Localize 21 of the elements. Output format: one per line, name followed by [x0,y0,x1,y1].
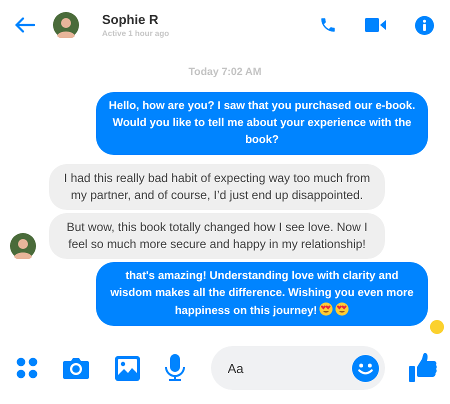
sent-message: Hello, how are you? I saw that you purchased our e-book. Would you like to tell me about your experience with the book? [96,92,428,155]
heart-eyes-emoji-icon [335,302,350,316]
smiley-icon[interactable] [352,354,379,382]
thumbs-up-icon[interactable] [408,353,437,383]
message-input[interactable]: Aa [226,360,352,376]
message-field[interactable]: Aa [210,346,385,390]
apps-icon[interactable] [16,357,38,379]
back-icon[interactable] [15,17,35,33]
received-message: I had this really bad habit of expecting way too much from my partner, and of course, I’d just end up disappointed. [49,164,385,210]
sent-message: that's amazing! Understanding love with clarity and wisdom makes all the difference. Wishing you even more happiness on this journey! [96,262,428,326]
microphone-icon[interactable] [164,354,186,382]
heart-eyes-emoji-icon [319,302,334,316]
image-icon[interactable] [114,356,140,380]
info-icon[interactable] [415,16,434,34]
avatar [53,12,79,38]
phone-icon[interactable] [319,16,337,34]
contact-name: Sophie R [102,12,160,27]
timestamp: Today 7:02 AM [188,66,262,78]
video-camera-icon[interactable] [365,17,387,33]
camera-icon[interactable] [62,356,90,380]
received-message: But wow, this book totally changed how I see love. Now I feel so much more secure and happy in my relationship! [49,213,385,259]
